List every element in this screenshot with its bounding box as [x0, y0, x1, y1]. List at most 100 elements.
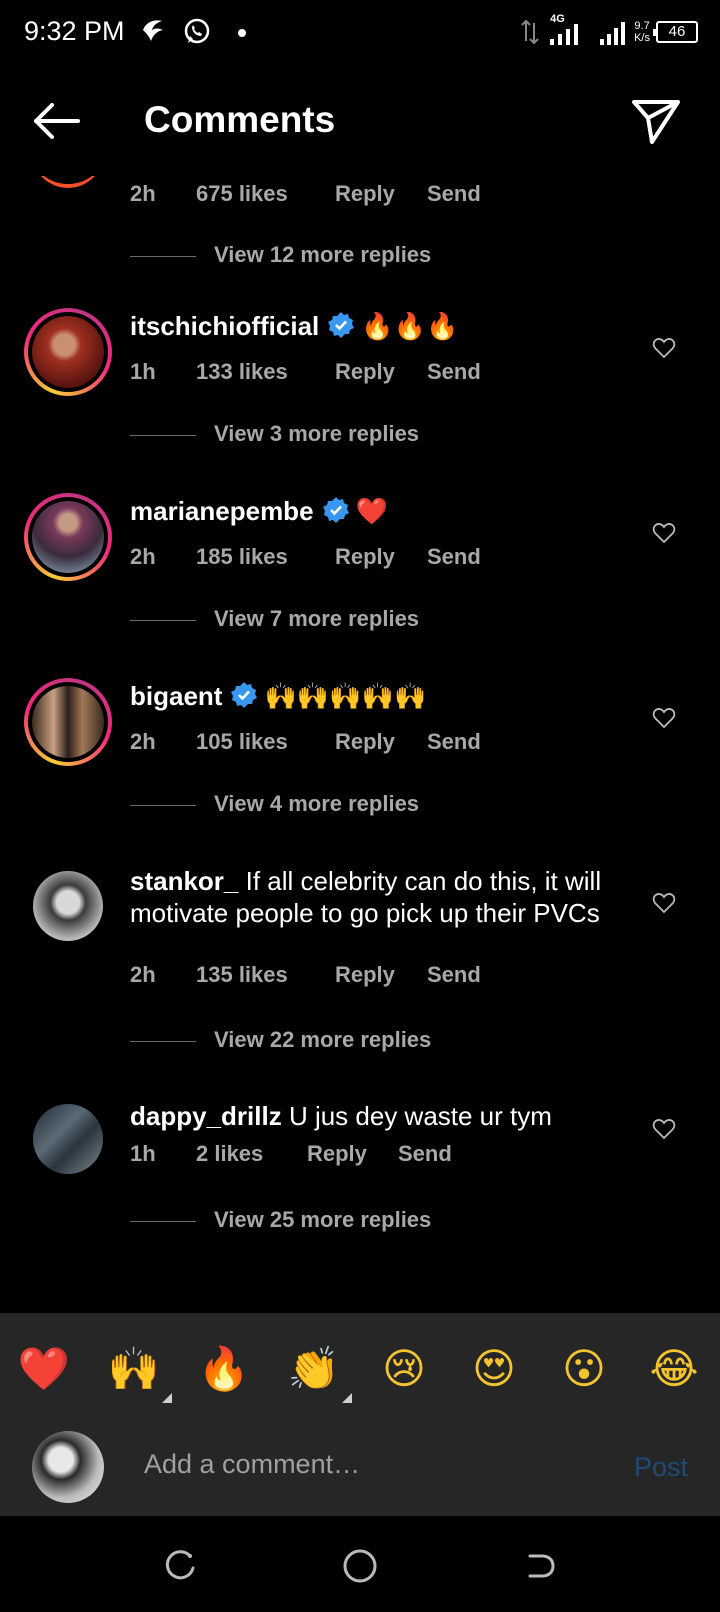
view-replies-label: View 22 more replies: [214, 1027, 432, 1052]
reaction-crying-face[interactable]: 😢: [376, 1341, 432, 1397]
post-button[interactable]: Post: [634, 1452, 688, 1483]
replies-divider: [130, 805, 196, 806]
comment-list[interactable]: 2h 675 likes Reply Send View 12 more rep…: [0, 176, 720, 1312]
likes-count[interactable]: 2 likes: [196, 1141, 263, 1167]
battery-indicator: 46: [653, 21, 698, 43]
view-replies-label: View 25 more replies: [214, 1207, 432, 1232]
replies-divider: [130, 256, 196, 257]
replies-divider: [130, 1041, 196, 1042]
username[interactable]: itschichiofficial: [130, 311, 319, 341]
verified-badge-icon: [231, 682, 258, 708]
verified-badge-icon: [322, 497, 349, 523]
username[interactable]: bigaent: [130, 681, 222, 711]
comment-time: 1h: [130, 359, 156, 384]
home-icon[interactable]: [340, 1546, 380, 1586]
comment-body: bigaent 🙌🙌🙌🙌🙌: [130, 680, 618, 713]
comment-body: stankor_ If all celebrity can do this, i…: [130, 865, 618, 929]
back-arrow-icon[interactable]: [28, 96, 84, 146]
comment-time: 2h: [130, 729, 156, 754]
reaction-raising-hands[interactable]: 🙌: [106, 1341, 172, 1403]
status-time: 9:32 PM: [24, 16, 125, 46]
view-replies-label: View 4 more replies: [214, 791, 420, 816]
likes-count[interactable]: 675 likes: [196, 181, 288, 207]
app-notification-icon: [143, 20, 163, 41]
comment-composer: Add a comment… Post: [0, 1419, 720, 1516]
comment-body: itschichiofficial 🔥🔥🔥: [130, 310, 618, 343]
like-heart-icon[interactable]: [652, 1117, 676, 1141]
likes-count[interactable]: 133 likes: [196, 359, 288, 385]
verified-badge-icon: [328, 312, 355, 338]
send-button[interactable]: Send: [427, 181, 481, 207]
avatar[interactable]: [24, 493, 112, 581]
avatar[interactable]: [33, 871, 103, 941]
system-nav-bar: [0, 1516, 720, 1612]
skin-tone-indicator: [342, 1393, 352, 1403]
send-button[interactable]: Send: [427, 359, 481, 385]
comment-text: ❤️: [355, 497, 388, 527]
whatsapp-icon: [184, 18, 210, 44]
username[interactable]: dappy_drillz: [130, 1101, 282, 1131]
comment-time: 2h: [130, 181, 156, 206]
send-button[interactable]: Send: [427, 729, 481, 755]
comment-text: 🙌🙌🙌🙌🙌: [264, 682, 427, 712]
header: Comments: [0, 66, 720, 176]
current-user-avatar: [32, 1431, 104, 1503]
comment-text: U jus dey waste ur tym: [288, 1101, 552, 1131]
comment-body: dappy_drillz U jus dey waste ur tym: [130, 1100, 618, 1132]
quick-reactions-bar: ❤️ 🙌 🔥 👏 😢 😍 😮 😂: [0, 1313, 720, 1419]
reaction-clapping-hands[interactable]: 👏: [286, 1341, 352, 1403]
add-comment-input[interactable]: Add a comment…: [144, 1449, 360, 1480]
comment-time: 1h: [130, 1141, 156, 1166]
signal-icon: [600, 22, 626, 45]
reaction-tears-of-joy[interactable]: 😂: [646, 1341, 702, 1397]
likes-count[interactable]: 105 likes: [196, 729, 288, 755]
avatar[interactable]: [24, 308, 112, 396]
like-heart-icon[interactable]: [652, 336, 676, 360]
send-button[interactable]: Send: [398, 1141, 452, 1167]
reply-button[interactable]: Reply: [335, 359, 395, 385]
reply-button[interactable]: Reply: [335, 729, 395, 755]
recent-apps-icon[interactable]: [160, 1546, 200, 1586]
direct-message-icon[interactable]: [628, 92, 684, 148]
reply-button[interactable]: Reply: [335, 181, 395, 207]
avatar[interactable]: [32, 176, 104, 188]
comment-body: marianepembe ❤️: [130, 495, 618, 528]
avatar[interactable]: [24, 678, 112, 766]
avatar[interactable]: [33, 1104, 103, 1174]
reaction-heart-eyes[interactable]: 😍: [466, 1341, 522, 1397]
view-replies-label: View 3 more replies: [214, 421, 420, 446]
net-speed: 9.7 K/s: [634, 20, 650, 44]
net-speed-unit: K/s: [634, 32, 650, 44]
reply-button[interactable]: Reply: [335, 544, 395, 570]
send-button[interactable]: Send: [427, 962, 481, 988]
notification-dot: [238, 29, 246, 37]
reply-button[interactable]: Reply: [335, 962, 395, 988]
username[interactable]: stankor_: [130, 866, 238, 896]
reaction-glyph: 🙌: [107, 1344, 161, 1393]
replies-divider: [130, 620, 196, 621]
reaction-glyph: 👏: [287, 1344, 341, 1393]
like-heart-icon[interactable]: [652, 521, 676, 545]
replies-divider: [130, 1221, 196, 1222]
reaction-open-mouth-face[interactable]: 😮: [556, 1341, 612, 1397]
replies-divider: [130, 435, 196, 436]
view-replies-label: View 7 more replies: [214, 606, 420, 631]
username[interactable]: marianepembe: [130, 496, 314, 526]
comment-time: 2h: [130, 962, 156, 987]
skin-tone-indicator: [162, 1393, 172, 1403]
net-speed-value: 9.7: [634, 20, 650, 32]
send-button[interactable]: Send: [427, 544, 481, 570]
status-bar: 9:32 PM 4G 9.7 K/s 46: [0, 0, 720, 66]
like-heart-icon[interactable]: [652, 706, 676, 730]
signal-4g-icon: 4G: [546, 13, 592, 47]
reply-button[interactable]: Reply: [307, 1141, 367, 1167]
comment-text: 🔥🔥🔥: [361, 312, 459, 342]
reaction-red-heart[interactable]: ❤️: [16, 1341, 72, 1397]
likes-count[interactable]: 135 likes: [196, 962, 288, 988]
back-nav-icon[interactable]: [520, 1546, 560, 1586]
reaction-fire[interactable]: 🔥: [196, 1341, 252, 1397]
comment-time: 2h: [130, 544, 156, 569]
likes-count[interactable]: 185 likes: [196, 544, 288, 570]
page-title: Comments: [144, 99, 336, 140]
like-heart-icon[interactable]: [652, 891, 676, 915]
